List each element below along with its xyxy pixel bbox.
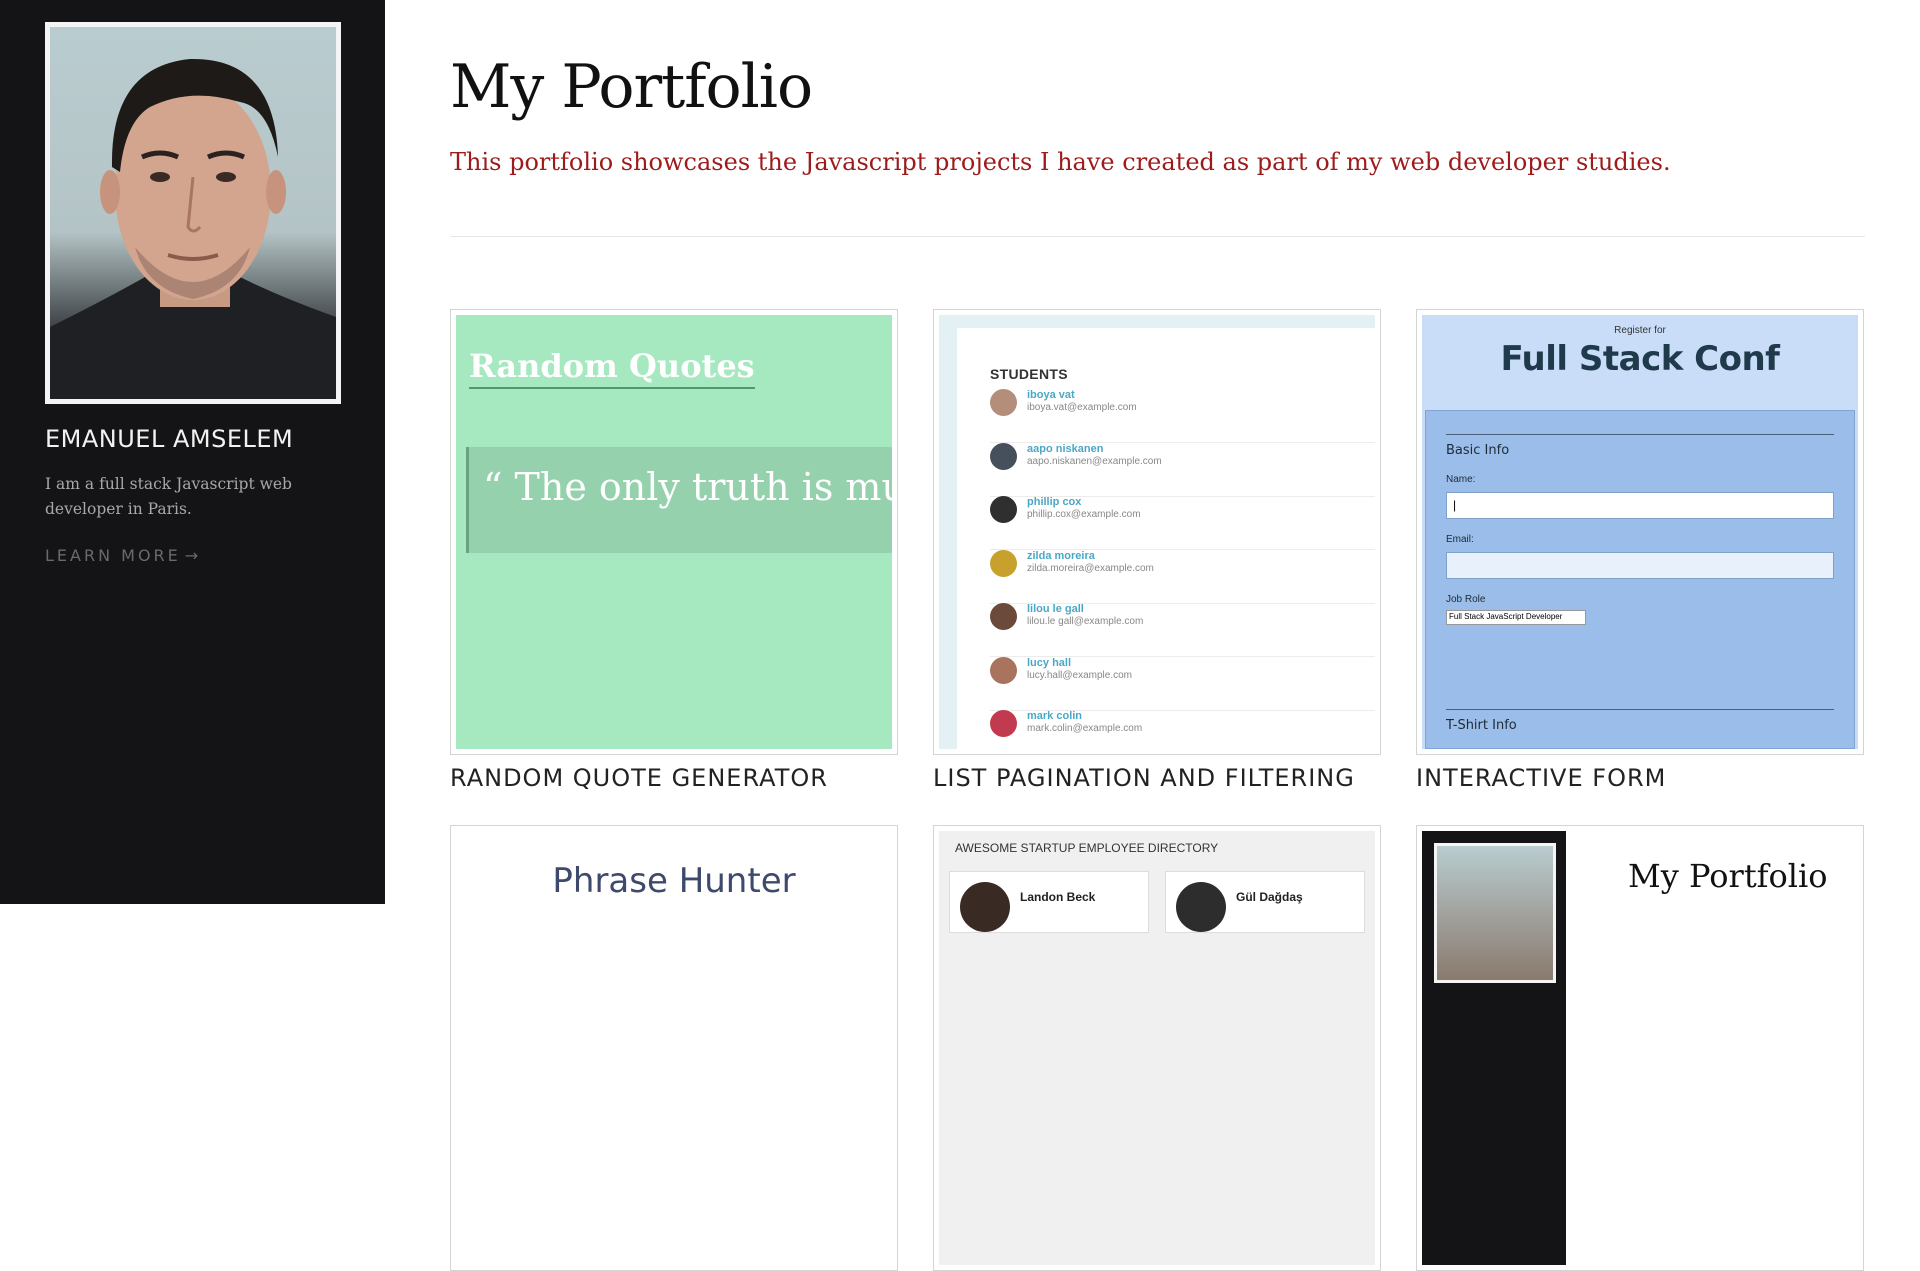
avatar — [990, 657, 1017, 684]
project-card-my-portfolio[interactable]: My Portfolio — [1416, 825, 1864, 1271]
divider — [450, 236, 1865, 237]
project-thumbnail: Phrase Hunter — [456, 831, 892, 1265]
student-email: lucy.hall@example.com — [1027, 670, 1133, 681]
list-item: zilda moreira zilda.moreira@example.com — [990, 550, 1375, 604]
project-card-random-quote[interactable]: Random Quotes “ The only truth is musi — [450, 309, 898, 755]
form-preview: Basic Info Name: | Email: Job Role Full … — [1425, 410, 1855, 749]
page-subtitle: This portfolio showcases the Javascript … — [450, 148, 1671, 176]
thumbnail-heading: AWESOME STARTUP EMPLOYEE DIRECTORY — [955, 841, 1219, 855]
project-card-interactive-form[interactable]: Register for Full Stack Conf Basic Info … — [1416, 309, 1864, 755]
employee-name: Gül Dağdaş — [1236, 890, 1303, 904]
project-title[interactable]: INTERACTIVE FORM — [1416, 764, 1666, 792]
thumbnail-photo-image — [1437, 846, 1553, 980]
quote-text: The only truth is musi — [514, 465, 892, 509]
profile-photo — [45, 22, 341, 404]
avatar — [990, 710, 1017, 737]
section-rule — [1446, 709, 1834, 710]
thumbnail-heading: STUDENTS — [990, 366, 1068, 382]
project-thumbnail: STUDENTS iboya vat iboya.vat@example.com… — [939, 315, 1375, 749]
student-email: iboya.vat@example.com — [1027, 402, 1137, 413]
student-name: aapo niskanen — [1027, 443, 1104, 455]
thumbnail-heading: Phrase Hunter — [552, 861, 796, 901]
avatar — [990, 443, 1017, 470]
employee-card: Landon Beck — [949, 871, 1149, 933]
name-field: | — [1446, 492, 1834, 519]
project-card-phrase-hunter[interactable]: Phrase Hunter — [450, 825, 898, 1271]
thumbnail-kicker: Register for — [1614, 325, 1666, 336]
thumbnail-heading: Random Quotes — [469, 347, 755, 389]
thumbnail-photo — [1434, 843, 1556, 983]
list-item: iboya vat iboya.vat@example.com — [990, 389, 1375, 443]
avatar — [990, 496, 1017, 523]
job-role-select: Full Stack JavaScript Developer — [1446, 610, 1586, 625]
page-title: My Portfolio — [450, 52, 813, 122]
profile-photo-image — [50, 27, 336, 399]
list-item: lilou le gall lilou.le gall@example.com — [990, 603, 1375, 657]
thumbnail-sidebar — [1422, 831, 1566, 1265]
portrait-illustration — [50, 58, 336, 399]
list-item: mark colin mark.colin@example.com — [990, 710, 1375, 749]
project-card-list-pagination[interactable]: STUDENTS iboya vat iboya.vat@example.com… — [933, 309, 1381, 755]
arrow-right-icon: → — [184, 546, 199, 565]
student-email: mark.colin@example.com — [1027, 723, 1143, 734]
project-title[interactable]: LIST PAGINATION AND FILTERING — [933, 764, 1355, 792]
student-name: lilou le gall — [1027, 603, 1084, 615]
list-item: phillip cox phillip.cox@example.com — [990, 496, 1375, 550]
learn-more-link[interactable]: LEARN MORE → — [45, 546, 198, 565]
avatar — [960, 882, 1010, 932]
section-tshirt-info: T-Shirt Info — [1446, 718, 1517, 733]
student-name: mark colin — [1027, 710, 1083, 722]
project-thumbnail: My Portfolio — [1422, 831, 1858, 1265]
project-thumbnail: Register for Full Stack Conf Basic Info … — [1422, 315, 1858, 749]
name-label: Name: — [1446, 474, 1476, 485]
sidebar: EMANUEL AMSELEM I am a full stack Javasc… — [0, 0, 385, 904]
employee-name: Landon Beck — [1020, 890, 1096, 904]
profile-bio: I am a full stack Javascript web develop… — [45, 475, 292, 518]
quote-mark-icon: “ — [483, 465, 503, 509]
employee-card: Gül Dağdaş — [1165, 871, 1365, 933]
student-email: lilou.le gall@example.com — [1027, 616, 1144, 627]
thumbnail-quote: “ The only truth is musi — [466, 447, 892, 553]
thumbnail-heading: Full Stack Conf — [1500, 339, 1780, 379]
students-panel: STUDENTS iboya vat iboya.vat@example.com… — [957, 328, 1375, 749]
email-field — [1446, 552, 1834, 579]
avatar — [990, 603, 1017, 630]
avatar — [1176, 882, 1226, 932]
section-rule — [1446, 434, 1834, 435]
project-thumbnail: Random Quotes “ The only truth is musi — [456, 315, 892, 749]
profile-name: EMANUEL AMSELEM — [45, 425, 294, 453]
email-label: Email: — [1446, 534, 1474, 545]
section-basic-info: Basic Info — [1446, 443, 1510, 458]
thumbnail-heading: My Portfolio — [1628, 857, 1828, 895]
learn-more-label: LEARN MORE — [45, 546, 181, 565]
job-role-label: Job Role — [1446, 594, 1486, 605]
student-name: lucy hall — [1027, 657, 1072, 669]
project-card-employee-directory[interactable]: AWESOME STARTUP EMPLOYEE DIRECTORY Lando… — [933, 825, 1381, 1271]
avatar — [990, 550, 1017, 577]
list-item: lucy hall lucy.hall@example.com — [990, 657, 1375, 711]
list-item: aapo niskanen aapo.niskanen@example.com — [990, 443, 1375, 497]
student-email: phillip.cox@example.com — [1027, 509, 1141, 520]
student-email: aapo.niskanen@example.com — [1027, 456, 1162, 467]
project-thumbnail: AWESOME STARTUP EMPLOYEE DIRECTORY Lando… — [939, 831, 1375, 1265]
student-name: zilda moreira — [1027, 550, 1095, 562]
student-email: zilda.moreira@example.com — [1027, 563, 1154, 574]
project-title[interactable]: RANDOM QUOTE GENERATOR — [450, 764, 828, 792]
avatar — [990, 389, 1017, 416]
student-name: iboya vat — [1027, 389, 1075, 401]
student-name: phillip cox — [1027, 496, 1082, 508]
